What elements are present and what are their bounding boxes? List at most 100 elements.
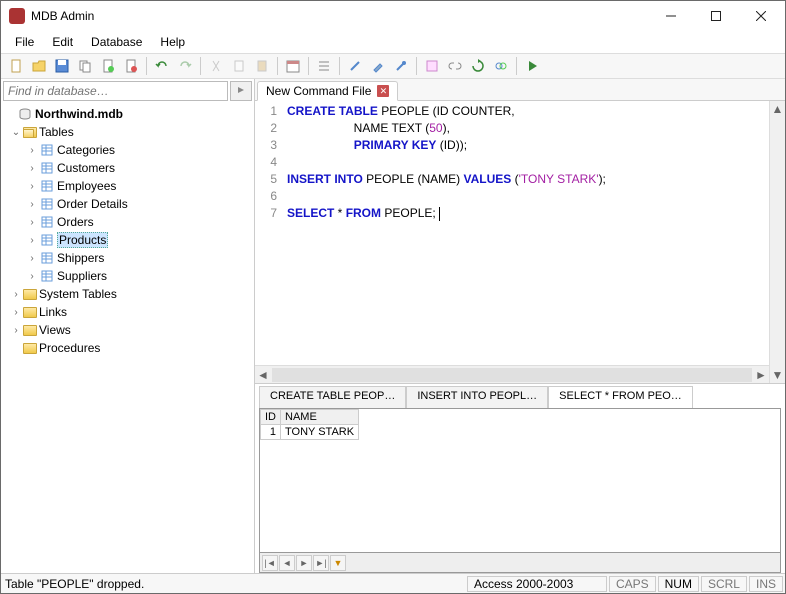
brush-icon[interactable] <box>367 55 389 77</box>
results-grid-container: ID NAME 1 TONY STARK <box>259 408 781 553</box>
close-tab-icon[interactable]: ✕ <box>377 85 389 97</box>
expand-icon[interactable]: › <box>9 307 23 318</box>
maximize-button[interactable] <box>693 2 738 30</box>
table-icon <box>39 197 55 211</box>
redo-icon[interactable] <box>174 55 196 77</box>
tree-table-item[interactable]: ›Shippers <box>1 249 254 267</box>
editor-hscroll[interactable]: ◄ ► <box>255 365 769 383</box>
paste-icon[interactable] <box>251 55 273 77</box>
scroll-left-icon[interactable]: ◄ <box>255 367 271 383</box>
sidebar: Northwind.mdb ⌄ Tables › Categories ›Custo… <box>1 79 255 573</box>
col-header[interactable]: NAME <box>281 410 359 425</box>
calendar-icon[interactable] <box>282 55 304 77</box>
tree-table-item[interactable]: ›Customers <box>1 159 254 177</box>
table-icon <box>39 269 55 283</box>
compact-icon[interactable] <box>421 55 443 77</box>
new-file-icon[interactable] <box>5 55 27 77</box>
tree-table-label: Products <box>57 232 108 248</box>
result-tab[interactable]: CREATE TABLE PEOP… <box>259 386 406 408</box>
table-row[interactable]: 1 TONY STARK <box>261 425 359 440</box>
open-folder-icon[interactable] <box>28 55 50 77</box>
save-icon[interactable] <box>51 55 73 77</box>
tree-table-item[interactable]: ›Order Details <box>1 195 254 213</box>
sync-icon[interactable] <box>490 55 512 77</box>
expand-icon[interactable]: › <box>25 163 39 174</box>
expand-icon[interactable]: › <box>9 289 23 300</box>
expand-icon[interactable]: › <box>25 199 39 210</box>
run-icon[interactable] <box>521 55 543 77</box>
copy-clip-icon[interactable] <box>228 55 250 77</box>
cell-id[interactable]: 1 <box>261 425 281 440</box>
folder-icon <box>23 307 37 318</box>
nav-prev-icon[interactable]: ◄ <box>279 555 295 571</box>
sql-editor[interactable]: 1234567 CREATE TABLE PEOPLE (ID COUNTER,… <box>255 101 769 365</box>
expand-icon[interactable]: › <box>25 217 39 228</box>
scroll-up-icon[interactable]: ▲ <box>770 101 785 117</box>
col-header[interactable]: ID <box>261 410 281 425</box>
editor-vscroll[interactable]: ▲ ▼ <box>769 101 785 383</box>
expand-icon[interactable]: › <box>9 325 23 336</box>
find-next-button[interactable] <box>230 81 252 101</box>
menu-help[interactable]: Help <box>152 33 193 51</box>
scroll-down-icon[interactable]: ▼ <box>770 367 785 383</box>
results-nav: |◄ ◄ ► ►| ▼ <box>259 553 781 573</box>
scroll-right-icon[interactable]: ► <box>753 367 769 383</box>
tree-table-item[interactable]: › Products <box>1 231 254 249</box>
close-button[interactable] <box>738 2 783 30</box>
nav-next-icon[interactable]: ► <box>296 555 312 571</box>
tree-procedures[interactable]: Procedures <box>1 339 254 357</box>
result-tab-active[interactable]: SELECT * FROM PEO… <box>548 386 693 408</box>
tree-db-node[interactable]: Northwind.mdb <box>1 105 254 123</box>
folder-open-icon <box>23 127 37 138</box>
menu-database[interactable]: Database <box>83 33 150 51</box>
filter-icon[interactable]: ▼ <box>330 555 346 571</box>
find-input[interactable] <box>3 81 228 101</box>
tree-table-item[interactable]: › Suppliers <box>1 267 254 285</box>
tree-table-item[interactable]: › Categories <box>1 141 254 159</box>
status-bar: Table "PEOPLE" dropped. Access 2000-2003… <box>1 573 785 593</box>
expand-icon[interactable]: › <box>25 145 39 156</box>
tree-table-item[interactable]: ›Orders <box>1 213 254 231</box>
page-add-icon[interactable] <box>97 55 119 77</box>
tree-tables-node[interactable]: ⌄ Tables <box>1 123 254 141</box>
link-icon[interactable] <box>444 55 466 77</box>
app-icon <box>9 8 25 24</box>
tree-table-item[interactable]: › Employees <box>1 177 254 195</box>
code-text[interactable]: CREATE TABLE PEOPLE (ID COUNTER, NAME TE… <box>283 101 610 365</box>
results-grid[interactable]: ID NAME 1 TONY STARK <box>260 409 359 440</box>
page-remove-icon[interactable] <box>120 55 142 77</box>
list-icon[interactable] <box>313 55 335 77</box>
tree-table-label: Suppliers <box>57 269 107 283</box>
refresh-icon[interactable] <box>467 55 489 77</box>
editor-tab-label: New Command File <box>266 84 371 98</box>
expand-icon[interactable]: ⌄ <box>9 127 23 138</box>
expand-icon[interactable]: › <box>25 181 39 192</box>
table-icon <box>39 179 55 193</box>
toolbar <box>1 53 785 79</box>
tree-table-label: Employees <box>57 179 116 193</box>
folder-icon <box>23 343 37 354</box>
status-scrl: SCRL <box>701 576 747 592</box>
menu-file[interactable]: File <box>7 33 42 51</box>
tree-links[interactable]: ›Links <box>1 303 254 321</box>
minimize-button[interactable] <box>648 2 693 30</box>
cut-icon[interactable] <box>205 55 227 77</box>
nav-first-icon[interactable]: |◄ <box>262 555 278 571</box>
expand-icon[interactable]: › <box>25 253 39 264</box>
expand-icon[interactable]: › <box>25 235 39 246</box>
nav-last-icon[interactable]: ►| <box>313 555 329 571</box>
cell-name[interactable]: TONY STARK <box>281 425 359 440</box>
expand-icon[interactable]: › <box>25 271 39 282</box>
undo-icon[interactable] <box>151 55 173 77</box>
editor-tab[interactable]: New Command File ✕ <box>257 81 398 101</box>
dropper-icon[interactable] <box>390 55 412 77</box>
wand-icon[interactable] <box>344 55 366 77</box>
tree-system-tables[interactable]: ›System Tables <box>1 285 254 303</box>
result-tab[interactable]: INSERT INTO PEOPL… <box>406 386 548 408</box>
database-tree[interactable]: Northwind.mdb ⌄ Tables › Categories ›Custo… <box>1 103 254 573</box>
tree-views[interactable]: ›Views <box>1 321 254 339</box>
window-title: MDB Admin <box>31 9 648 23</box>
menu-edit[interactable]: Edit <box>44 33 81 51</box>
tree-table-label: Categories <box>57 143 115 157</box>
copy-icon[interactable] <box>74 55 96 77</box>
